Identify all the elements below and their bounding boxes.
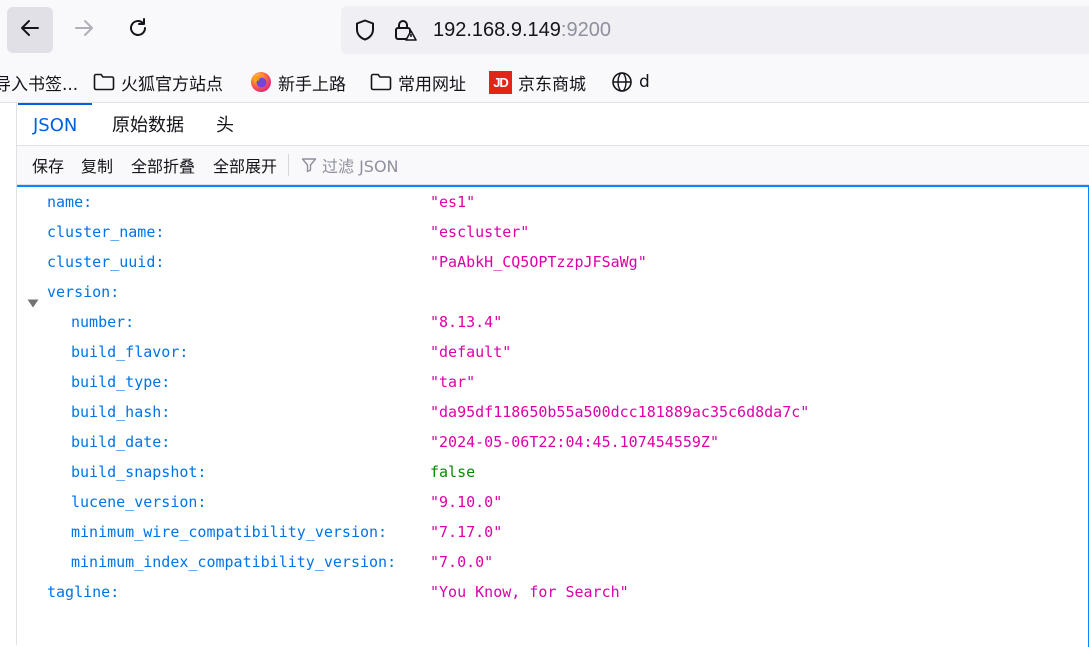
json-row-version[interactable]: version: [17,277,1088,308]
json-row-name[interactable]: name: "es1" [17,187,1088,217]
json-value: "7.0.0" [430,553,494,571]
json-key: build_date: [71,433,171,451]
filter-placeholder: 过滤 JSON [322,157,399,176]
url-text[interactable]: 192.168.9.149:9200 [433,17,611,43]
json-row-cluster-uuid[interactable]: cluster_uuid: "PaAbkH_CQ5OPTzzpJFSaWg" [17,247,1088,277]
arrow-right-icon [72,16,96,44]
expand-all-button[interactable]: 全部展开 [213,146,277,184]
bookmark-jd[interactable]: JD 京东商城 [489,68,586,96]
json-row-build-type[interactable]: build_type: "tar" [17,367,1088,397]
url-host: 192.168.9.149 [433,19,561,41]
json-tree: name: "es1" cluster_name: "escluster" cl… [17,185,1089,647]
json-row-number[interactable]: number: "8.13.4" [17,307,1088,337]
json-viewer: JSON 原始数据 头 保存 复制 全部折叠 全部展开 过滤 JSON name… [16,103,1089,647]
firefox-logo-icon [250,71,272,93]
json-key: build_hash: [71,403,171,421]
json-row-build-hash[interactable]: build_hash: "da95df118650b55a500dcc18188… [17,397,1088,427]
bookmark-label: d [639,72,650,92]
bookmark-label: 火狐官方站点 [121,74,223,95]
back-button[interactable] [7,7,53,53]
jd-logo-text: JD [489,70,512,94]
toolbar-divider [288,154,289,176]
bookmark-firefox-official[interactable]: 火狐官方站点 [93,68,223,96]
json-value: "da95df118650b55a500dcc181889ac35c6d8da7… [430,403,810,421]
folder-icon [370,73,392,91]
globe-icon [611,71,633,93]
tab-raw-data[interactable]: 原始数据 [97,103,199,145]
bookmark-getting-started[interactable]: 新手上路 [250,68,346,96]
bookmark-common-sites[interactable]: 常用网址 [370,68,466,96]
copy-button[interactable]: 复制 [81,146,113,184]
json-key: tagline: [47,583,120,601]
save-button[interactable]: 保存 [32,146,64,184]
filter-json-input[interactable]: 过滤 JSON [301,146,399,184]
bookmark-label: 新手上路 [278,74,346,95]
bookmark-label: 导入书签... [0,74,79,95]
json-value: "escluster" [430,223,530,241]
json-row-min-index-compat[interactable]: minimum_index_compatibility_version: "7.… [17,547,1088,577]
json-key: number: [71,313,135,331]
json-value: "7.17.0" [430,523,503,541]
reload-button[interactable] [115,7,161,53]
json-row-build-flavor[interactable]: build_flavor: "default" [17,337,1088,367]
json-value: "default" [430,343,512,361]
viewer-tabs: JSON 原始数据 头 [17,103,1089,146]
navigation-toolbar: 192.168.9.149:9200 [0,0,1089,62]
arrow-left-icon [18,16,42,44]
bookmark-d[interactable]: d [611,68,650,96]
bookmark-label: 常用网址 [398,74,466,95]
json-row-tagline[interactable]: tagline: "You Know, for Search" [17,577,1088,607]
forward-button[interactable] [61,7,107,53]
json-value: "tar" [430,373,476,391]
insecure-lock-icon[interactable] [392,17,418,47]
bookmark-import[interactable]: 导入书签... [0,68,78,96]
folder-icon [93,73,115,91]
collapse-all-button[interactable]: 全部折叠 [131,146,195,184]
json-row-min-wire-compat[interactable]: minimum_wire_compatibility_version: "7.1… [17,517,1088,547]
bookmark-label: 京东商城 [518,74,586,95]
json-key: build_snapshot: [71,463,207,481]
json-key: build_flavor: [71,343,189,361]
json-key: cluster_uuid: [47,253,165,271]
address-bar[interactable]: 192.168.9.149:9200 [341,6,1089,54]
json-value: false [430,463,476,481]
tab-headers[interactable]: 头 [201,103,249,145]
json-key: minimum_index_compatibility_version: [71,553,397,571]
json-key: version: [47,283,120,301]
json-value: "PaAbkH_CQ5OPTzzpJFSaWg" [430,253,647,271]
json-row-build-snapshot[interactable]: build_snapshot: false [17,457,1088,487]
tab-json[interactable]: JSON [18,103,93,145]
json-toolbar: 保存 复制 全部折叠 全部展开 过滤 JSON [17,146,1089,185]
filter-icon [301,157,317,173]
json-key: build_type: [71,373,171,391]
json-row-cluster-name[interactable]: cluster_name: "escluster" [17,217,1088,247]
json-key: lucene_version: [71,493,207,511]
json-value: "8.13.4" [430,313,503,331]
json-key: minimum_wire_compatibility_version: [71,523,388,541]
url-port: :9200 [560,19,611,41]
json-key: cluster_name: [47,223,165,241]
json-row-lucene-version[interactable]: lucene_version: "9.10.0" [17,487,1088,517]
json-row-build-date[interactable]: build_date: "2024-05-06T22:04:45.1074545… [17,427,1088,457]
json-value: "9.10.0" [430,493,503,511]
tracking-protection-shield-icon[interactable] [353,18,377,46]
json-value: "You Know, for Search" [430,583,629,601]
json-value: "es1" [430,193,476,211]
bookmarks-toolbar: 导入书签... 火狐官方站点 新手上路 常用网址 JD 京东商城 d [0,62,1089,103]
json-key: name: [47,193,93,211]
jd-logo-icon: JD [489,70,512,94]
json-value: "2024-05-06T22:04:45.107454559Z" [430,433,719,451]
reload-icon [126,16,150,44]
